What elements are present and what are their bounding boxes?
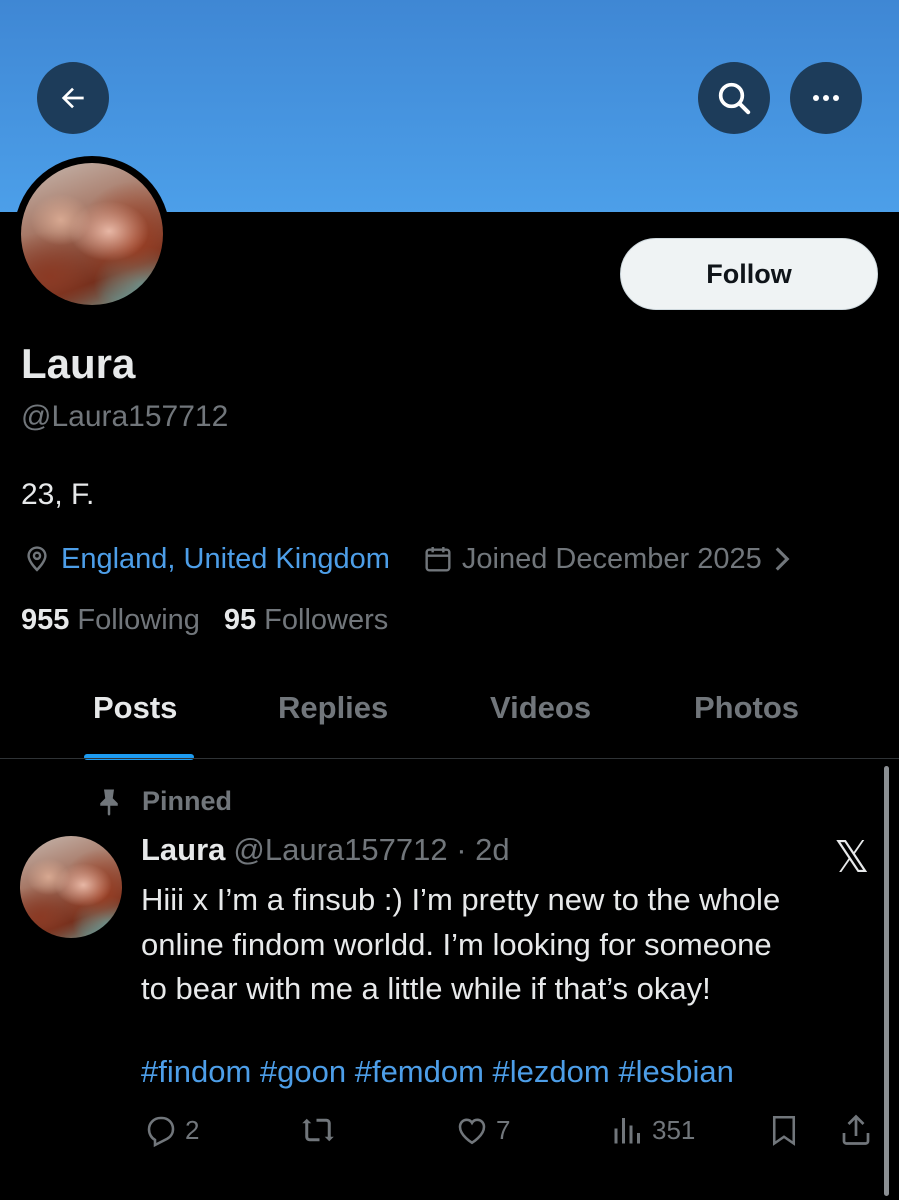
avatar-image — [21, 163, 163, 305]
tabs-divider — [0, 758, 899, 759]
following-label: Following — [77, 604, 200, 636]
share-button[interactable] — [838, 1112, 874, 1148]
search-button[interactable] — [698, 62, 770, 134]
repost-button[interactable] — [300, 1112, 336, 1148]
tab-videos[interactable]: Videos — [490, 690, 591, 726]
post-text: Hiii x I’m a finsub :) I’m pretty new to… — [141, 882, 781, 1006]
tab-photos[interactable]: Photos — [694, 690, 799, 726]
following-stat[interactable]: 955 Following — [21, 604, 200, 637]
like-button[interactable]: 7 — [454, 1112, 510, 1148]
profile-tabs: Posts Replies Videos Photos — [0, 680, 899, 760]
follow-stats: 955 Following 95 Followers — [21, 604, 388, 637]
location-link[interactable]: England, United Kingdom — [61, 543, 390, 576]
reply-count: 2 — [185, 1114, 200, 1145]
calendar-icon — [422, 543, 454, 575]
pinned-label: Pinned — [142, 786, 233, 816]
more-options-button[interactable] — [790, 62, 862, 134]
heart-icon — [454, 1112, 490, 1148]
post-hashtags[interactable]: #findom #goon #femdom #lezdom #lesbian — [141, 1054, 734, 1090]
search-icon — [714, 78, 754, 118]
followers-label: Followers — [264, 604, 389, 636]
profile-handle: @Laura157712 — [21, 400, 229, 433]
reply-button[interactable]: 2 — [143, 1112, 199, 1148]
location-pin-icon — [21, 543, 53, 575]
arrow-left-icon — [57, 82, 89, 114]
back-button[interactable] — [37, 62, 109, 134]
analytics-icon — [610, 1112, 646, 1148]
views-count: 351 — [652, 1114, 696, 1145]
post-author-name[interactable]: Laura — [141, 832, 225, 867]
post-header: Laura @Laura157712 · 2d — [141, 832, 510, 868]
active-tab-indicator — [84, 754, 194, 760]
x-logo-icon: 𝕏 — [834, 832, 870, 883]
bookmark-button[interactable] — [766, 1112, 802, 1148]
post-author-handle-time[interactable]: @Laura157712 · 2d — [233, 832, 509, 867]
follow-button[interactable]: Follow — [620, 238, 878, 310]
tab-replies[interactable]: Replies — [278, 690, 388, 726]
more-dots-icon — [808, 92, 844, 104]
views-button[interactable]: 351 — [610, 1112, 695, 1148]
profile-avatar[interactable] — [14, 156, 170, 312]
post-author-avatar[interactable] — [20, 836, 122, 938]
bookmark-icon — [766, 1112, 802, 1148]
following-count: 955 — [21, 604, 70, 636]
profile-name: Laura — [21, 340, 136, 387]
post-actions: 2 7 351 — [0, 1112, 899, 1156]
repost-icon — [300, 1112, 336, 1148]
share-icon — [838, 1112, 874, 1148]
joined-date[interactable]: Joined December 2025 — [462, 543, 762, 576]
profile-bio: 23, F. — [21, 478, 95, 511]
like-count: 7 — [496, 1114, 511, 1145]
profile-meta: England, United Kingdom Joined December … — [21, 538, 792, 580]
followers-stat[interactable]: 95 Followers — [224, 604, 388, 637]
chevron-right-icon[interactable] — [772, 545, 792, 573]
pin-icon — [96, 787, 122, 817]
pinned-indicator: Pinned — [96, 786, 232, 817]
tab-posts[interactable]: Posts — [93, 690, 177, 726]
followers-count: 95 — [223, 604, 257, 636]
reply-icon — [143, 1112, 179, 1148]
